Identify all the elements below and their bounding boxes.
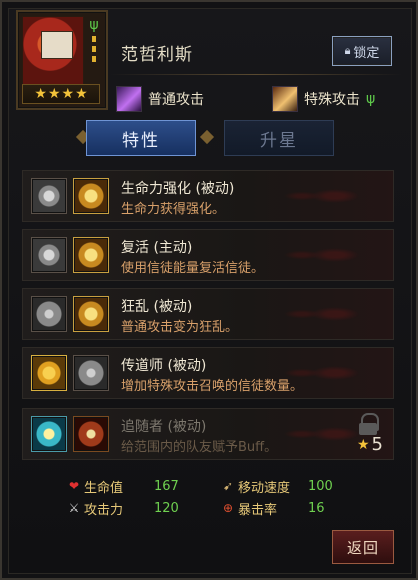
star-icon: ★	[34, 86, 47, 102]
level-pip	[92, 56, 96, 62]
wing-boot-icon: ➹	[222, 479, 234, 493]
skill-title: 狂乱 (被动)	[121, 299, 193, 315]
tab-traits[interactable]: 特性	[86, 120, 196, 156]
special-attack-label: 特殊攻击	[304, 92, 360, 108]
required-star-count: 5	[371, 434, 383, 455]
stats-panel: ❤ 生命值 167 ⚔ 攻击力 120 ➹ 移动速度 100 ⊕ 暴击率 16	[66, 476, 366, 526]
stat-label: 暴击率	[238, 502, 278, 518]
star-icon: ★	[47, 86, 61, 102]
star-rating: ★ ★ ★ ★	[22, 84, 100, 104]
skill-desc: 普通攻击变为狂乱。	[121, 320, 239, 335]
skill-row[interactable]: 狂乱 (被动) 普通攻击变为狂乱。	[22, 288, 394, 340]
stat-value: 16	[308, 500, 325, 516]
skill-title: 传道师 (被动)	[121, 358, 207, 374]
sword-icon: ⚔	[68, 501, 80, 515]
wings-skill-icon	[73, 355, 109, 391]
normal-attack-label: 普通攻击	[148, 92, 204, 108]
stat-value: 167	[154, 478, 179, 494]
silhouette-icon	[31, 296, 67, 332]
hero-name: 范哲利斯	[121, 45, 193, 65]
tab-bar: 特性 升星	[75, 120, 340, 156]
stat-move-speed: ➹ 移动速度 100	[220, 476, 333, 496]
stat-crit: ⊕ 暴击率 16	[220, 498, 325, 518]
normal-attack[interactable]: 普通攻击	[116, 86, 204, 112]
stat-value: 100	[308, 478, 333, 494]
skill-desc: 增加特殊攻击召唤的信徒数量。	[121, 379, 304, 394]
stat-label: 移动速度	[238, 480, 291, 496]
sword-icon	[31, 178, 67, 214]
header-divider	[110, 74, 402, 75]
skill-row[interactable]: 复活 (主动) 使用信徒能量复活信徒。	[22, 229, 394, 281]
heart-icon: ❤	[68, 479, 80, 493]
lock-icon	[359, 413, 379, 435]
lock-icon: 🔒︎	[344, 44, 351, 57]
tab-ornament	[199, 129, 215, 145]
stat-attack: ⚔ 攻击力 120	[66, 498, 179, 518]
leaf-icon: ψ	[89, 17, 99, 33]
stat-hp: ❤ 生命值 167	[66, 476, 179, 496]
rune-decoration	[269, 177, 379, 215]
follower-icon	[31, 416, 67, 452]
skill-desc: 生命力获得强化。	[121, 202, 226, 217]
hero-mask	[41, 31, 73, 59]
skill-row[interactable]: 传道师 (被动) 增加特殊攻击召唤的信徒数量。	[22, 347, 394, 399]
skill-desc: 使用信徒能量复活信徒。	[121, 261, 265, 276]
heart-skill-icon	[73, 178, 109, 214]
special-attack-icon	[272, 86, 298, 112]
skill-desc: 给范围内的队友赋予Buff。	[121, 440, 278, 455]
normal-attack-icon	[116, 86, 142, 112]
star-icon: ★	[61, 86, 75, 102]
required-stars: ★ 5	[357, 434, 383, 455]
lock-label: 锁定	[353, 45, 380, 61]
star-icon: ★	[356, 436, 370, 453]
atom-icon	[31, 237, 67, 273]
skill-title: 追随者 (被动)	[121, 419, 207, 435]
buff-skill-icon	[73, 416, 109, 452]
skill-title: 复活 (主动)	[121, 240, 193, 256]
trumpet-icon	[31, 355, 67, 391]
stat-label: 攻击力	[84, 502, 124, 518]
portrait-side-indicators: ψ	[87, 18, 101, 78]
special-attack[interactable]: 特殊攻击 ψ	[272, 86, 375, 112]
rune-decoration	[269, 236, 379, 274]
revive-skill-icon	[73, 237, 109, 273]
level-pip	[92, 36, 96, 42]
crosshair-icon: ⊕	[222, 501, 234, 515]
skill-title: 生命力强化 (被动)	[121, 181, 235, 197]
leaf-icon: ψ	[366, 91, 376, 107]
skill-row-locked[interactable]: 追随者 (被动) 给范围内的队友赋予Buff。 ★ 5	[22, 408, 394, 460]
star-icon: ★	[75, 86, 88, 102]
hero-portrait[interactable]: ψ ★ ★ ★ ★	[16, 10, 108, 110]
return-button[interactable]: 返回	[332, 530, 394, 564]
stat-value: 120	[154, 500, 179, 516]
skill-row[interactable]: 生命力强化 (被动) 生命力获得强化。	[22, 170, 394, 222]
stat-label: 生命值	[84, 480, 124, 496]
frenzy-skill-icon	[73, 296, 109, 332]
lock-button[interactable]: 🔒︎ 锁定	[332, 36, 392, 66]
rune-decoration	[269, 295, 379, 333]
tab-star-up[interactable]: 升星	[224, 120, 334, 156]
level-pip	[92, 46, 96, 52]
hero-art	[22, 16, 84, 86]
